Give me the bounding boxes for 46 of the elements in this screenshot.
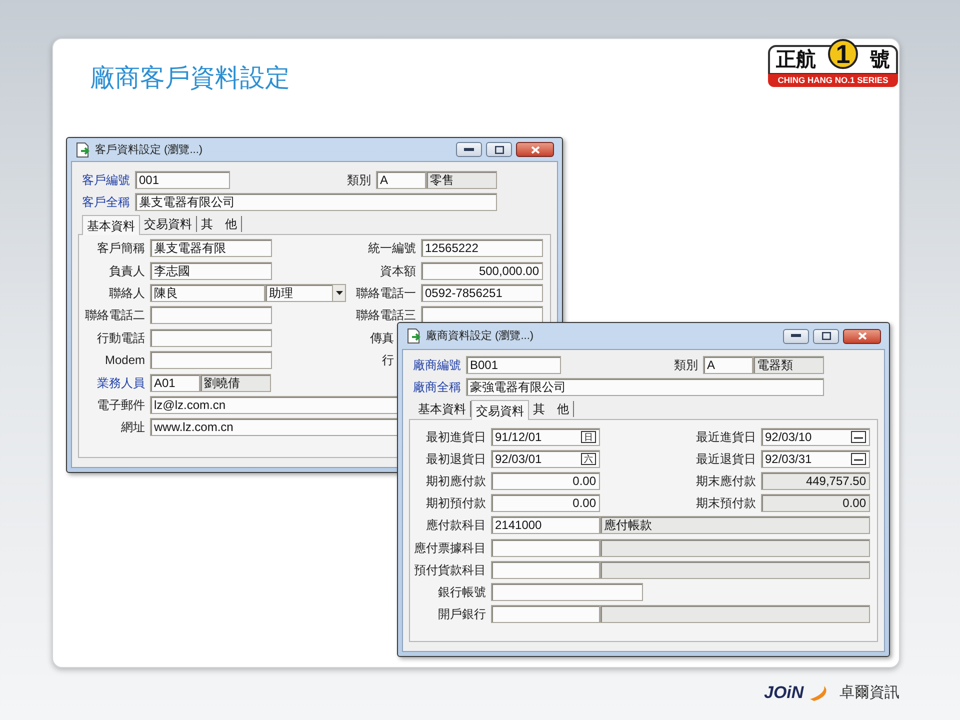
field-label: 負責人 [108,262,145,279]
logo-brand: 正航 [776,48,816,72]
field-label: 聯絡人 [108,284,145,301]
field-value: 92/03/01 [495,451,542,468]
field-label: 電子郵件 [96,396,145,413]
field-label: 最初退貨日 [425,451,486,468]
field-label: 聯絡電話三 [355,307,416,324]
field-label: 傳真 [369,330,394,346]
field-label: 客戶簡稱 [96,240,145,256]
field-label: 網址 [120,419,145,436]
field-value: 92/03/10 [765,429,812,446]
field-label: 最近進貨日 [695,429,756,446]
logo-suffix: 號 [870,48,890,72]
field-label: 資本額 [379,262,416,279]
field-value: 92/03/31 [765,451,812,468]
brand-mark: JOiN [764,682,804,704]
field-label: 廠商編號 [413,357,461,373]
logo-number: 1 [828,39,858,69]
field-label: 行 [381,352,394,368]
field-label: 應付款科目 [425,517,486,534]
field-label: 統一編號 [367,240,416,256]
field-label: 期末預付款 [695,495,756,512]
window-title: 廠商資料設定 (瀏覽...) [426,329,534,343]
field-label: 類別 [674,357,698,373]
field-label: 期初預付款 [425,495,486,512]
field-label: 聯絡電話一 [355,284,416,301]
field-label: 客戶全稱 [82,194,130,210]
field-label: 應付票據科目 [413,540,486,556]
field-label: 預付貨款科目 [413,562,486,578]
field-label: 廠商全稱 [413,379,461,395]
field-label: 客戶編號 [82,172,130,188]
field-label: 期末應付款 [695,473,756,490]
field-label: 業務人員 [96,374,145,391]
field-label: 聯絡電話二 [84,307,145,324]
field-label: Modem [104,352,145,368]
field-label: 最近退貨日 [695,451,756,468]
field-label: 銀行帳號 [437,584,486,600]
field-label: 行動電話 [96,330,145,346]
field-label: 類別 [347,172,371,188]
field-label: 期初應付款 [425,473,486,490]
logo-tagline: CHING HANG NO.1 SERIES [768,74,898,87]
field-value: 助理 [268,284,293,301]
field-label: 開戶銀行 [437,606,486,622]
window-title: 客戶資料設定 (瀏覽...) [95,142,203,156]
company-name: 卓爾資訊 [840,683,900,703]
slide-title: 廠商客戶資料設定 [90,63,290,94]
